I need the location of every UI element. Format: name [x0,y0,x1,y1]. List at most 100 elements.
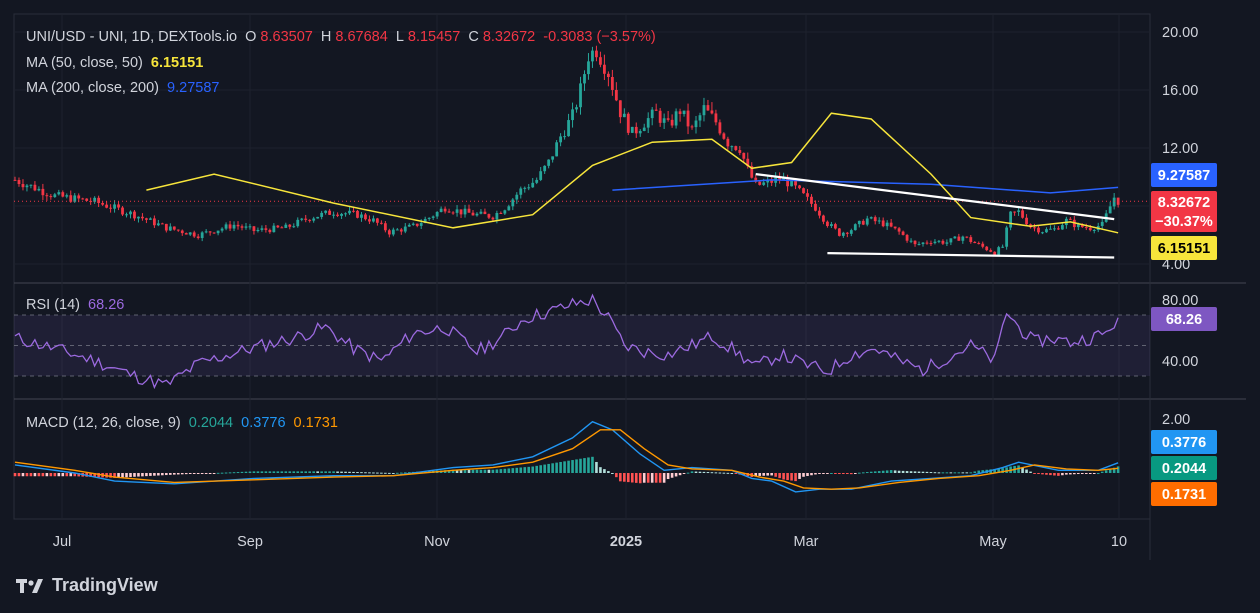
candle-body [1053,228,1056,230]
macd-hist-bar [790,473,793,481]
macd-hist-bar [1084,473,1088,474]
candle-body [216,230,220,234]
macd-hist-bar [284,471,288,473]
macd-hist-tag: 0.2044 [1151,456,1217,480]
macd-hist-bar [1045,473,1048,475]
macd-hist-bar [364,472,367,474]
macd-tag-text: 0.3776 [1162,435,1206,451]
candle-body [248,226,252,228]
macd-hist-bar [973,471,977,473]
candle-body [1100,221,1104,226]
macd-hist-bar [774,473,777,477]
candle-body [702,105,706,116]
ma200-label: MA (200, close, 200) [26,80,159,96]
candle-body [41,188,45,196]
symbol-label: UNI/USD - UNI, 1D, DEXTools.io [26,29,238,45]
macd-hist-bar [921,471,925,473]
macd-hist-bar [172,473,176,475]
macd-hist-bar [881,470,885,473]
ma200-value: 9.27587 [167,80,220,96]
candle-body [316,216,320,219]
candle-body [232,224,236,229]
macd-hist-bar [702,471,706,473]
macd-hist-bar [212,473,216,474]
candle-body [1021,210,1024,218]
time-tick-label: Mar [794,534,819,550]
ma200-legend[interactable]: MA (200, close, 200) 9.27587 [26,80,223,96]
ma50-legend[interactable]: MA (50, close, 50) 6.15151 [26,55,207,71]
candle-body [1037,227,1040,233]
open-value: 8.63507 [260,29,313,45]
macd-hist-bar [511,468,515,473]
macd-hist-bar [726,472,730,474]
macd-hist-bar [491,469,495,473]
tradingview-logo[interactable]: TradingView [16,575,158,596]
ma50-tag: 6.15151 [1151,236,1217,260]
candle-body [893,226,897,229]
candle-body [686,110,690,127]
candle-body [451,212,455,214]
macd-hist-bar [376,472,379,474]
macd-hist-bar [634,473,638,483]
candle-body [399,229,403,232]
candle-body [284,224,288,228]
candle-body [634,126,638,134]
macd-hist-bar [853,473,857,474]
candle-body [519,188,523,195]
candle-body [395,229,399,231]
rsi-label: RSI (14) [26,297,80,313]
candle-body [268,229,272,233]
macd-hist-bar [949,472,953,474]
candle-body [961,236,965,241]
macd-hist-bar [220,472,224,474]
macd-hist-bar [1069,473,1072,475]
rsi-legend[interactable]: RSI (14) 68.26 [26,297,128,313]
candle-body [654,109,658,111]
macd-hist-bar [487,469,491,473]
candle-body [328,210,332,215]
candle-body [646,118,650,128]
candle-body [276,225,280,228]
low-value: 8.15457 [407,29,461,45]
macd-hist-bar [730,473,734,474]
candle-body [603,64,606,74]
candle-body [758,181,762,185]
macd-hist-bar [674,473,678,477]
macd-hist-bar [587,457,590,473]
candle-body [288,224,292,227]
macd-hist-bar [977,470,981,473]
candle-body [953,236,957,239]
candle-body [722,133,726,139]
candle-body [622,113,626,118]
macd-hist-bar [200,473,204,474]
macd-hist-bar [503,468,507,473]
macd-hist-bar [467,469,471,473]
macd-hist-bar [248,471,252,473]
macd-hist-bar [61,473,65,477]
candle-body [595,50,598,58]
candle-body [455,209,459,213]
macd-hist-bar [1061,473,1064,476]
macd-hist-bar [1100,471,1104,473]
candle-body [523,187,527,189]
macd-hist-bar [372,472,375,474]
macd-hist-bar [65,473,69,477]
macd-hist-bar [49,473,53,477]
candle-body [356,210,359,218]
candle-body [977,243,981,245]
candle-body [1033,227,1036,229]
macd-hist-bar [507,468,511,473]
candle-body [503,210,507,214]
macd-hist-bar [137,473,140,477]
macd-hist-bar [1037,473,1040,475]
macd-hist-bar [865,472,869,474]
candle-body [738,150,742,153]
candle-body [575,107,578,110]
macd-hist-bar [264,471,268,473]
macd-legend[interactable]: MACD (12, 26, close, 9) 0.2044 0.3776 0.… [26,415,342,431]
macd-hist-bar [905,471,909,473]
candle-body [415,223,419,226]
candle-body [885,222,889,227]
macd-hist-bar [535,465,539,473]
candle-body [666,118,670,120]
